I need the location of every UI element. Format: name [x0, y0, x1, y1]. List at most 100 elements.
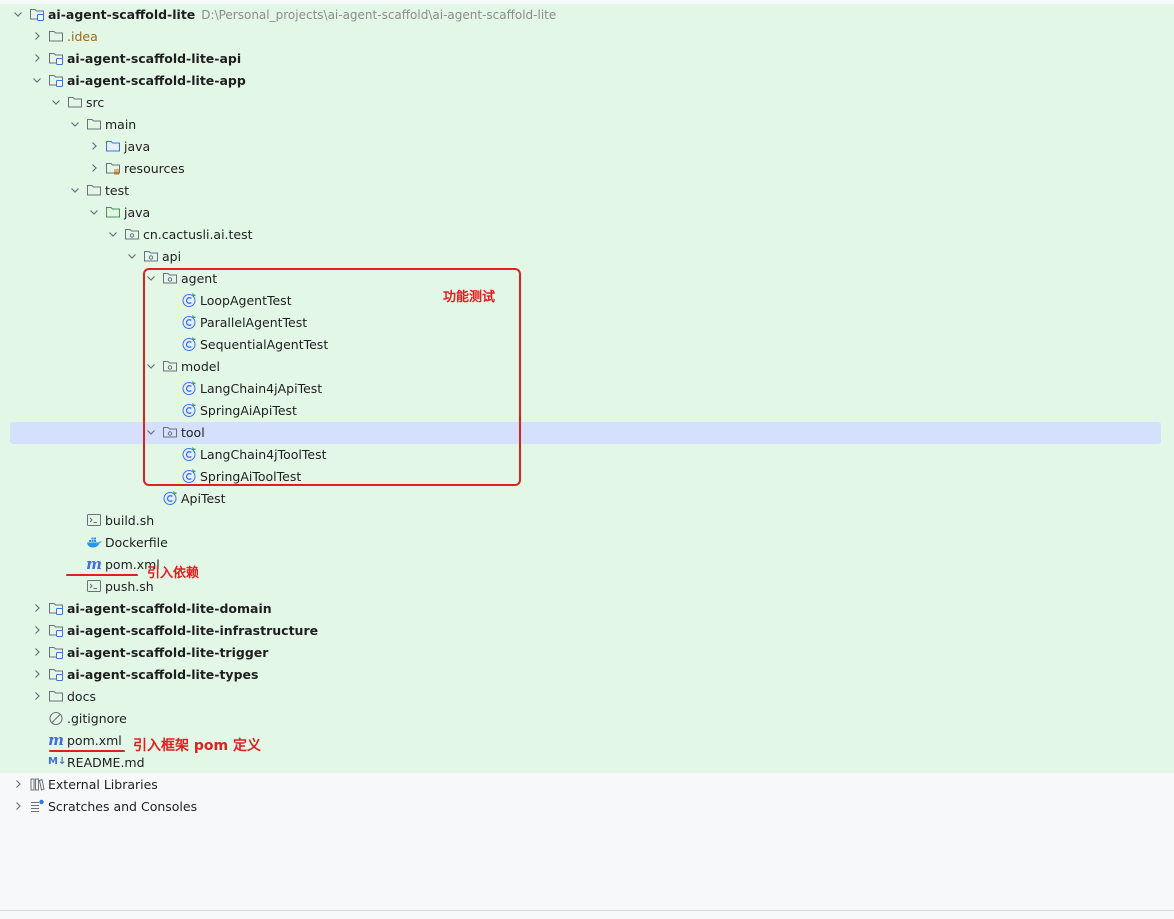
annotation-import-deps: 引入依赖 — [147, 566, 200, 581]
shell-file-icon — [86, 578, 102, 596]
tree-node-label: java — [124, 139, 151, 154]
tree-node-label: src — [86, 95, 105, 110]
maven-icon: m — [86, 555, 102, 573]
package-icon — [124, 226, 140, 244]
tree-node-resources[interactable]: resources — [0, 158, 1174, 180]
module-folder-icon — [48, 666, 64, 684]
tree-node-label: ai-agent-scaffold-lite-types — [67, 667, 259, 682]
tree-node-ai-agent-scaffold-lite-api[interactable]: ai-agent-scaffold-lite-api — [0, 48, 1174, 70]
chevron-down-icon[interactable] — [10, 6, 26, 24]
chevron-down-icon[interactable] — [67, 182, 83, 200]
tree-node-ai-agent-scaffold-lite[interactable]: ai-agent-scaffold-lite D:\Personal_projec… — [0, 4, 1174, 26]
annotation-underline-root-pom — [49, 750, 125, 752]
tree-node-java[interactable]: java — [0, 136, 1174, 158]
tree-node-docs[interactable]: docs — [0, 686, 1174, 708]
tree-node-ai-agent-scaffold-lite-app[interactable]: ai-agent-scaffold-lite-app — [0, 70, 1174, 92]
tree-node-label: ai-agent-scaffold-lite-app — [67, 73, 246, 88]
scratches-icon — [29, 798, 45, 816]
module-folder-icon — [48, 600, 64, 618]
tree-node-readme-md[interactable]: M↓ README.md — [0, 752, 1174, 774]
tree-node-label: build.sh — [105, 513, 155, 528]
chevron-right-icon[interactable] — [29, 688, 45, 706]
chevron-right-icon[interactable] — [86, 160, 102, 178]
tree-node-label: ai-agent-scaffold-lite-infrastructure — [67, 623, 319, 638]
chevron-right-icon[interactable] — [29, 28, 45, 46]
folder-icon — [48, 688, 64, 706]
test-class-icon — [162, 490, 178, 508]
tree-node-label: ai-agent-scaffold-lite-domain — [67, 601, 272, 616]
folder-icon — [86, 182, 102, 200]
resources-folder-icon — [105, 160, 121, 178]
docker-icon — [86, 534, 102, 552]
folder-icon — [86, 116, 102, 134]
source-folder-icon — [105, 138, 121, 156]
tree-node-src[interactable]: src — [0, 92, 1174, 114]
module-folder-icon — [48, 72, 64, 90]
maven-icon: m — [48, 731, 64, 749]
chevron-down-icon[interactable] — [29, 72, 45, 90]
tree-node-label: ai-agent-scaffold-lite-api — [67, 51, 242, 66]
tree-node-dockerfile[interactable]: Dockerfile — [0, 532, 1174, 554]
tree-node-label: Dockerfile — [105, 535, 168, 550]
tree-node-label: api — [162, 249, 182, 264]
annotation-underline-app-pom — [66, 574, 138, 576]
tree-node-label: push.sh — [105, 579, 154, 594]
tree-node-gitignore[interactable]: .gitignore — [0, 708, 1174, 730]
tree-node-label: ai-agent-scaffold-lite-trigger — [67, 645, 269, 660]
chevron-right-icon[interactable] — [29, 666, 45, 684]
chevron-down-icon[interactable] — [67, 116, 83, 134]
annotation-import-framework-pom: 引入框架 pom 定义 — [133, 738, 261, 754]
tree-node-label: java — [124, 205, 151, 220]
tree-node-cn-cactusli-ai-test[interactable]: cn.cactusli.ai.test — [0, 224, 1174, 246]
folder-icon — [67, 94, 83, 112]
annotation-feature-test: 功能测试 — [443, 290, 496, 305]
chevron-right-icon[interactable] — [86, 138, 102, 156]
module-folder-icon — [48, 644, 64, 662]
chevron-right-icon[interactable] — [29, 622, 45, 640]
tree-node-java[interactable]: java — [0, 202, 1174, 224]
tree-node-ai-agent-scaffold-lite-trigger[interactable]: ai-agent-scaffold-lite-trigger — [0, 642, 1174, 664]
chevron-right-icon[interactable] — [29, 50, 45, 68]
tree-node-apitest[interactable]: ApiTest — [0, 488, 1174, 510]
tree-node-ai-agent-scaffold-lite-domain[interactable]: ai-agent-scaffold-lite-domain — [0, 598, 1174, 620]
folder-icon — [48, 28, 64, 46]
chevron-right-icon[interactable] — [10, 776, 26, 794]
tree-node-idea[interactable]: .idea — [0, 26, 1174, 48]
tree-node-label: resources — [124, 161, 185, 176]
chevron-down-icon[interactable] — [105, 226, 121, 244]
tree-node-label: ai-agent-scaffold-lite — [48, 7, 196, 22]
gitignore-icon — [48, 710, 64, 728]
test-folder-icon — [105, 204, 121, 222]
chevron-down-icon[interactable] — [124, 248, 140, 266]
project-path-hint: D:\Personal_projects\ai-agent-scaffold\a… — [201, 8, 557, 22]
module-folder-icon — [29, 6, 45, 24]
panel-bottom-border — [0, 910, 1174, 911]
tree-node-main[interactable]: main — [0, 114, 1174, 136]
tree-node-build-sh[interactable]: build.sh — [0, 510, 1174, 532]
tree-node-label: test — [105, 183, 130, 198]
chevron-down-icon[interactable] — [86, 204, 102, 222]
tree-node-api[interactable]: api — [0, 246, 1174, 268]
shell-file-icon — [86, 512, 102, 530]
tree-node-label: ApiTest — [181, 491, 226, 506]
chevron-down-icon[interactable] — [48, 94, 64, 112]
tree-node-external-libraries[interactable]: External Libraries — [0, 774, 1174, 796]
module-folder-icon — [48, 622, 64, 640]
tree-node-ai-agent-scaffold-lite-types[interactable]: ai-agent-scaffold-lite-types — [0, 664, 1174, 686]
tree-node-label: .idea — [67, 29, 98, 44]
tree-node-label: main — [105, 117, 137, 132]
tree-node-test[interactable]: test — [0, 180, 1174, 202]
tree-node-ai-agent-scaffold-lite-infrastructure[interactable]: ai-agent-scaffold-lite-infrastructure — [0, 620, 1174, 642]
tree-node-label: README.md — [67, 755, 145, 770]
tree-node-label: cn.cactusli.ai.test — [143, 227, 253, 242]
markdown-icon: M↓ — [48, 756, 67, 767]
chevron-right-icon[interactable] — [29, 644, 45, 662]
module-folder-icon — [48, 50, 64, 68]
tree-node-scratches-and-consoles[interactable]: Scratches and Consoles — [0, 796, 1174, 818]
tree-node-label: docs — [67, 689, 96, 704]
tree-node-label: .gitignore — [67, 711, 127, 726]
libraries-icon — [29, 776, 45, 794]
chevron-right-icon[interactable] — [29, 600, 45, 618]
tree-node-label: External Libraries — [48, 777, 158, 792]
chevron-right-icon[interactable] — [10, 798, 26, 816]
